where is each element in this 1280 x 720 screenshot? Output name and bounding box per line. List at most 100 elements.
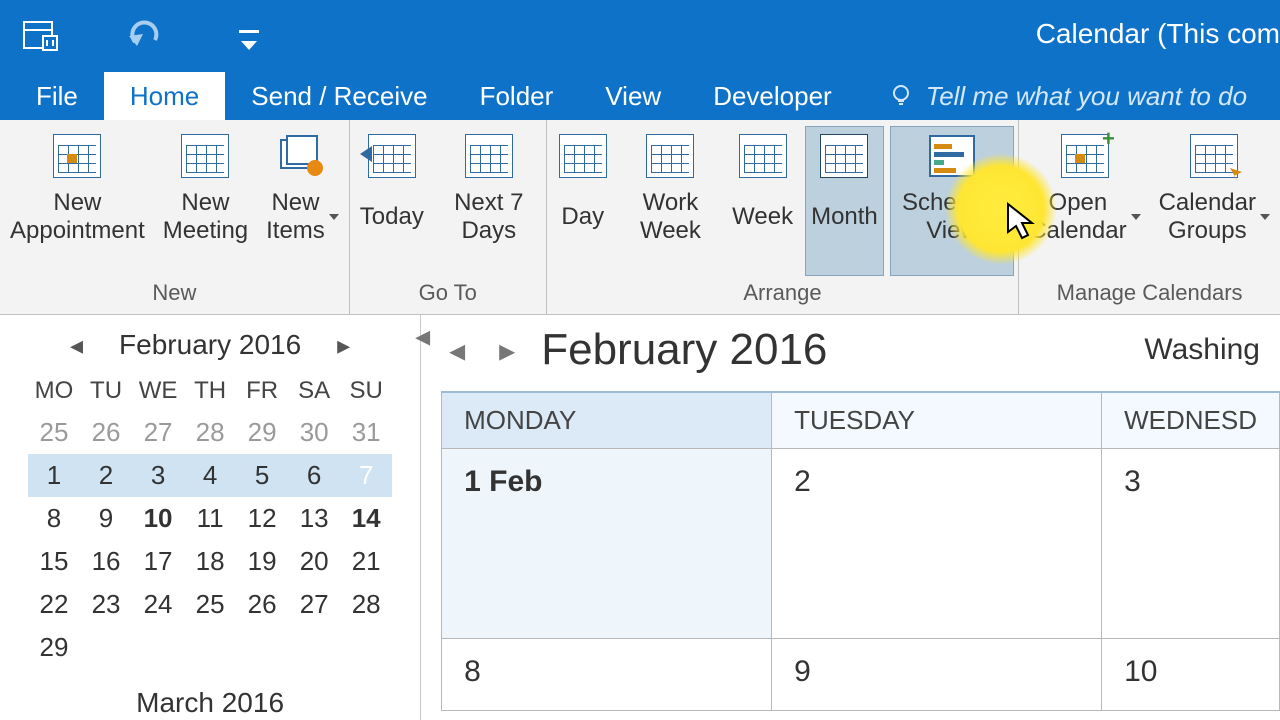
group-label-manage: Manage Calendars (1023, 276, 1276, 308)
tab-home[interactable]: Home (104, 72, 225, 120)
mini-day[interactable]: 19 (236, 540, 288, 583)
group-label-arrange: Arrange (551, 276, 1014, 308)
tab-folder[interactable]: Folder (454, 72, 580, 120)
cal-day-cell[interactable]: 9 (772, 639, 1102, 711)
window-title: Calendar (This com (1036, 18, 1280, 50)
next7-icon (463, 130, 515, 182)
meeting-icon (179, 130, 231, 182)
mini-day[interactable]: 8 (28, 497, 80, 540)
main-month-title: February 2016 (541, 325, 827, 375)
calendar-groups-icon (1188, 130, 1240, 182)
mini-day[interactable]: 14 (340, 497, 392, 540)
main-prev[interactable]: ◂ (441, 331, 473, 369)
cal-column-header: MONDAY (442, 391, 772, 449)
calendar-groups-button[interactable]: Calendar Groups (1153, 126, 1276, 276)
mini-day[interactable]: 22 (28, 583, 80, 626)
mini-day[interactable]: 10 (132, 497, 184, 540)
tell-me-placeholder: Tell me what you want to do (926, 81, 1247, 112)
mini-day[interactable]: 11 (184, 497, 236, 540)
schedule-view-icon (926, 130, 978, 182)
mini-day-other[interactable]: 26 (80, 411, 132, 454)
mini-day[interactable]: 5 (236, 454, 288, 497)
mini-day[interactable]: 12 (236, 497, 288, 540)
mini-day[interactable]: 15 (28, 540, 80, 583)
main-next[interactable]: ▸ (491, 331, 523, 369)
mini-day[interactable]: 18 (184, 540, 236, 583)
mini-dow-header: TH (184, 371, 236, 411)
mini-day[interactable]: 4 (184, 454, 236, 497)
work-week-icon (644, 130, 696, 182)
mini-day-other[interactable]: 27 (132, 411, 184, 454)
today-button[interactable]: Today (354, 126, 430, 276)
mini-day[interactable]: 3 (132, 454, 184, 497)
new-items-icon (276, 130, 328, 182)
cal-day-cell[interactable]: 1 Feb (442, 449, 772, 639)
chevron-down-icon (1131, 214, 1141, 220)
open-calendar-button[interactable]: + Open Calendar (1023, 126, 1146, 276)
appointment-icon (51, 130, 103, 182)
tab-view[interactable]: View (579, 72, 687, 120)
mini-day-other[interactable]: 29 (236, 411, 288, 454)
new-items-button[interactable]: New Items (260, 126, 345, 276)
open-calendar-icon: + (1059, 130, 1111, 182)
mini-day[interactable]: 24 (132, 583, 184, 626)
month-button[interactable]: Month (805, 126, 884, 276)
chevron-down-icon (1260, 214, 1270, 220)
mini-day[interactable]: 26 (236, 583, 288, 626)
mini-day-other[interactable]: 31 (340, 411, 392, 454)
new-appointment-button[interactable]: New Appointment (4, 126, 151, 276)
schedule-view-button[interactable]: Schedule View (890, 126, 1014, 276)
cal-column-header: TUESDAY (772, 391, 1102, 449)
tab-send-receive[interactable]: Send / Receive (225, 72, 453, 120)
cal-day-cell[interactable]: 8 (442, 639, 772, 711)
mini-day[interactable]: 2 (80, 454, 132, 497)
mini-day[interactable]: 7 (340, 454, 392, 497)
tab-developer[interactable]: Developer (687, 72, 858, 120)
week-icon (737, 130, 789, 182)
mini-dow-header: TU (80, 371, 132, 411)
week-button[interactable]: Week (726, 126, 799, 276)
day-icon (557, 130, 609, 182)
tell-me-search[interactable]: Tell me what you want to do (858, 72, 1247, 120)
undo-icon[interactable] (124, 15, 166, 57)
lightbulb-icon (888, 83, 914, 109)
mini-day[interactable]: 29 (28, 626, 80, 669)
mini-day[interactable]: 20 (288, 540, 340, 583)
day-button[interactable]: Day (551, 126, 615, 276)
mini-dow-header: WE (132, 371, 184, 411)
mini-day[interactable]: 17 (132, 540, 184, 583)
mini-day[interactable]: 28 (340, 583, 392, 626)
group-label-goto: Go To (354, 276, 542, 308)
mini-day[interactable]: 16 (80, 540, 132, 583)
new-meeting-button[interactable]: New Meeting (157, 126, 254, 276)
mini-day-other[interactable]: 25 (28, 411, 80, 454)
mini-day[interactable]: 21 (340, 540, 392, 583)
collapse-sidebar-icon[interactable]: ◂ (415, 319, 430, 354)
qat-customize-icon[interactable] (228, 15, 270, 57)
mini-day[interactable]: 23 (80, 583, 132, 626)
mini-dow-header: MO (28, 371, 80, 411)
mini-day[interactable]: 6 (288, 454, 340, 497)
calendar-app-icon (20, 15, 62, 57)
mini-day[interactable]: 13 (288, 497, 340, 540)
cal-day-cell[interactable]: 2 (772, 449, 1102, 639)
tab-file[interactable]: File (10, 72, 104, 120)
mini-day[interactable]: 9 (80, 497, 132, 540)
cal-day-cell[interactable]: 3 (1102, 449, 1280, 639)
cal-column-header: WEDNESD (1102, 391, 1280, 449)
mini-next-month[interactable]: ▸ (331, 330, 356, 361)
mini-day-other[interactable]: 30 (288, 411, 340, 454)
mini-day[interactable]: 27 (288, 583, 340, 626)
mini-day-other[interactable]: 28 (184, 411, 236, 454)
cal-day-cell[interactable]: 10 (1102, 639, 1280, 711)
work-week-button[interactable]: Work Week (621, 126, 720, 276)
mini-dow-header: SU (340, 371, 392, 411)
month-icon (818, 130, 870, 182)
today-icon (366, 130, 418, 182)
next-7-days-button[interactable]: Next 7 Days (436, 126, 542, 276)
mini-day[interactable]: 25 (184, 583, 236, 626)
mini-dow-header: SA (288, 371, 340, 411)
mini-prev-month[interactable]: ◂ (64, 330, 89, 361)
mini-day[interactable]: 1 (28, 454, 80, 497)
group-label-new: New (4, 276, 345, 308)
